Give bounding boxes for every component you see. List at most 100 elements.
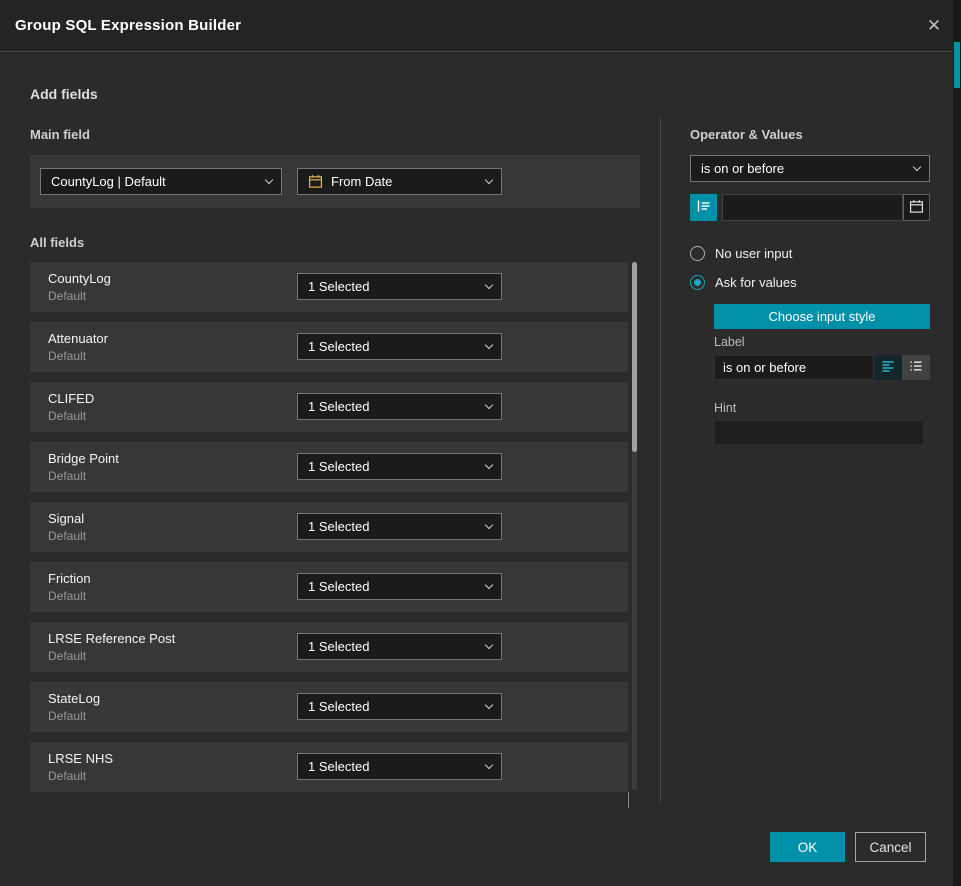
field-name: Friction <box>48 571 91 586</box>
operator-select[interactable]: is on or before <box>690 155 930 182</box>
field-type: Default <box>48 469 86 483</box>
field-selection-value: 1 Selected <box>308 639 486 654</box>
field-selection-select[interactable]: 1 Selected <box>297 453 502 480</box>
list-icon <box>909 359 923 376</box>
chevron-down-icon <box>485 461 493 469</box>
radio-circle-icon <box>690 246 705 261</box>
label-caption: Label <box>714 335 745 349</box>
field-type: Default <box>48 409 86 423</box>
radio-ask-for-values[interactable]: Ask for values <box>690 275 797 290</box>
field-name: Bridge Point <box>48 451 119 466</box>
field-type: Default <box>48 529 86 543</box>
layer-select-value: CountyLog | Default <box>51 174 266 189</box>
field-selection-value: 1 Selected <box>308 519 486 534</box>
field-selection-select[interactable]: 1 Selected <box>297 693 502 720</box>
text-input-style-button[interactable] <box>874 355 902 380</box>
field-name: Signal <box>48 511 84 526</box>
hint-input[interactable] <box>714 420 924 445</box>
input-type-icon <box>696 198 712 217</box>
all-fields-list: CountyLog Default 1 Selected Attenuator … <box>30 262 628 802</box>
field-row: Bridge Point Default 1 Selected <box>30 442 628 492</box>
vertical-divider <box>660 118 661 802</box>
scroll-down-icon[interactable] <box>628 792 629 807</box>
chevron-down-icon <box>485 401 493 409</box>
main-field-heading: Main field <box>30 127 90 142</box>
field-name: StateLog <box>48 691 100 706</box>
group-sql-expression-builder-dialog: Group SQL Expression Builder ✕ Add field… <box>0 0 961 886</box>
chevron-down-icon <box>485 341 493 349</box>
calendar-picker-button[interactable] <box>903 194 930 221</box>
field-row: CountyLog Default 1 Selected <box>30 262 628 312</box>
chevron-down-icon <box>485 176 493 184</box>
field-row: CLIFED Default 1 Selected <box>30 382 628 432</box>
field-name: LRSE NHS <box>48 751 113 766</box>
field-row: LRSE NHS Default 1 Selected <box>30 742 628 792</box>
dialog-header: Group SQL Expression Builder ✕ <box>0 0 961 52</box>
radio-selected-icon <box>690 275 705 290</box>
value-input[interactable] <box>722 194 903 221</box>
window-scrollbar-thumb[interactable] <box>954 42 960 88</box>
field-name: CLIFED <box>48 391 94 406</box>
main-field-select-value: From Date <box>331 174 486 189</box>
radio-no-user-input-label: No user input <box>715 246 792 261</box>
field-row: Attenuator Default 1 Selected <box>30 322 628 372</box>
list-input-style-button[interactable] <box>902 355 930 380</box>
chevron-down-icon <box>485 521 493 529</box>
field-type: Default <box>48 589 86 603</box>
main-field-select[interactable]: From Date <box>297 168 502 195</box>
field-name: Attenuator <box>48 331 108 346</box>
field-selection-select[interactable]: 1 Selected <box>297 513 502 540</box>
cancel-button[interactable]: Cancel <box>855 832 926 862</box>
field-name: LRSE Reference Post <box>48 631 175 646</box>
label-input[interactable] <box>714 355 874 380</box>
field-row: Signal Default 1 Selected <box>30 502 628 552</box>
ok-button[interactable]: OK <box>770 832 845 862</box>
input-type-button[interactable] <box>690 194 717 221</box>
field-selection-select[interactable]: 1 Selected <box>297 393 502 420</box>
field-selection-value: 1 Selected <box>308 459 486 474</box>
field-selection-select[interactable]: 1 Selected <box>297 573 502 600</box>
radio-ask-for-values-label: Ask for values <box>715 275 797 290</box>
fields-list-scrollbar[interactable] <box>632 262 637 790</box>
field-selection-select[interactable]: 1 Selected <box>297 753 502 780</box>
chevron-down-icon <box>485 701 493 709</box>
radio-no-user-input[interactable]: No user input <box>690 246 792 261</box>
field-row: Friction Default 1 Selected <box>30 562 628 612</box>
label-row <box>714 355 930 380</box>
chevron-down-icon <box>485 281 493 289</box>
choose-input-style-button[interactable]: Choose input style <box>714 304 930 329</box>
fields-list-scrollbar-thumb[interactable] <box>632 262 637 452</box>
field-selection-value: 1 Selected <box>308 699 486 714</box>
add-fields-heading: Add fields <box>30 86 98 102</box>
field-row: LRSE Reference Post Default 1 Selected <box>30 622 628 672</box>
field-selection-select[interactable]: 1 Selected <box>297 633 502 660</box>
field-selection-value: 1 Selected <box>308 759 486 774</box>
field-type: Default <box>48 709 86 723</box>
chevron-down-icon <box>485 641 493 649</box>
field-selection-select[interactable]: 1 Selected <box>297 333 502 360</box>
align-left-icon <box>881 359 895 376</box>
chevron-down-icon <box>485 581 493 589</box>
field-type: Default <box>48 289 86 303</box>
field-selection-value: 1 Selected <box>308 399 486 414</box>
chevron-down-icon <box>265 176 273 184</box>
field-selection-value: 1 Selected <box>308 579 486 594</box>
dialog-title: Group SQL Expression Builder <box>15 17 241 34</box>
chevron-down-icon <box>913 163 921 171</box>
field-selection-value: 1 Selected <box>308 279 486 294</box>
field-name: CountyLog <box>48 271 111 286</box>
operator-select-value: is on or before <box>701 161 914 176</box>
field-type: Default <box>48 649 86 663</box>
field-selection-value: 1 Selected <box>308 339 486 354</box>
field-type: Default <box>48 769 86 783</box>
window-scrollbar[interactable] <box>953 0 961 886</box>
calendar-icon <box>308 174 323 189</box>
operator-value-row <box>690 194 930 221</box>
field-selection-select[interactable]: 1 Selected <box>297 273 502 300</box>
chevron-down-icon <box>485 761 493 769</box>
field-row: StateLog Default 1 Selected <box>30 682 628 732</box>
field-type: Default <box>48 349 86 363</box>
close-icon[interactable]: ✕ <box>923 15 945 37</box>
layer-select[interactable]: CountyLog | Default <box>40 168 282 195</box>
operator-values-heading: Operator & Values <box>690 127 803 142</box>
